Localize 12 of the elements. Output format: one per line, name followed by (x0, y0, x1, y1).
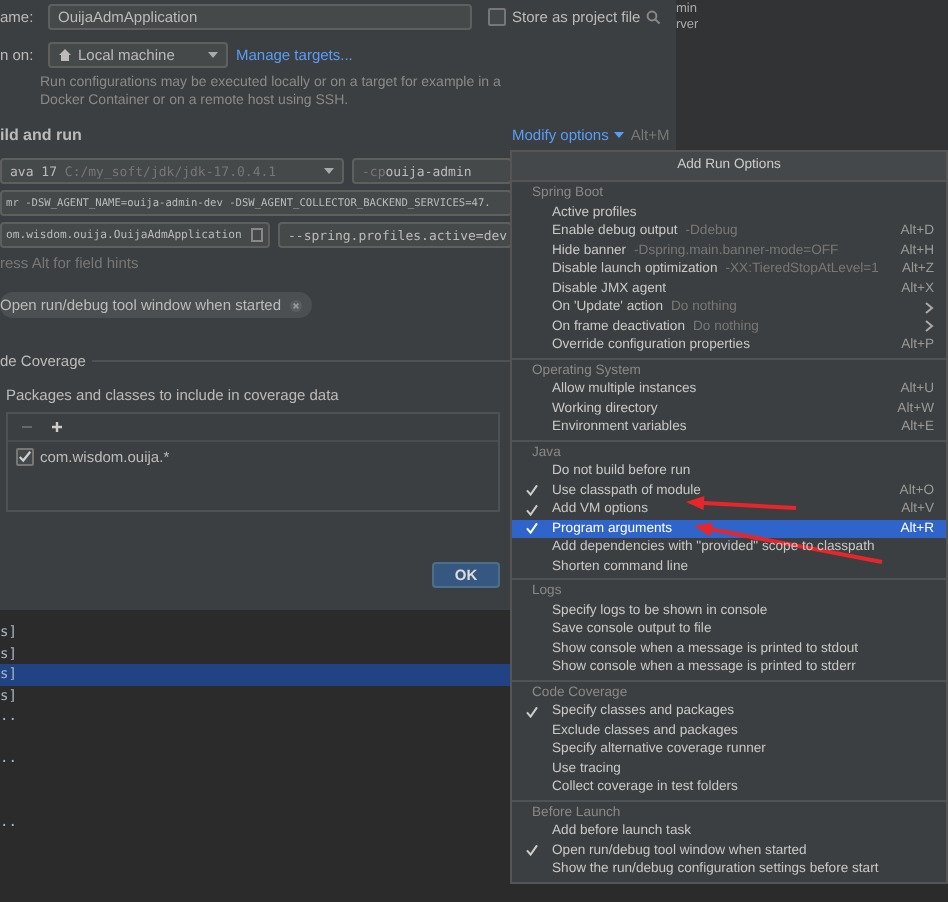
close-icon (289, 299, 302, 311)
plus-icon[interactable] (50, 420, 64, 434)
document-icon (250, 228, 264, 242)
arrow (686, 496, 797, 510)
caret-icon (324, 168, 334, 174)
section-heading: ild and run (0, 125, 84, 143)
caret-icon (208, 52, 218, 58)
caret-icon (614, 131, 625, 137)
search-icon (646, 10, 661, 24)
checkbox[interactable] (16, 448, 34, 466)
checkbox[interactable] (488, 8, 506, 26)
house-icon (58, 48, 72, 62)
